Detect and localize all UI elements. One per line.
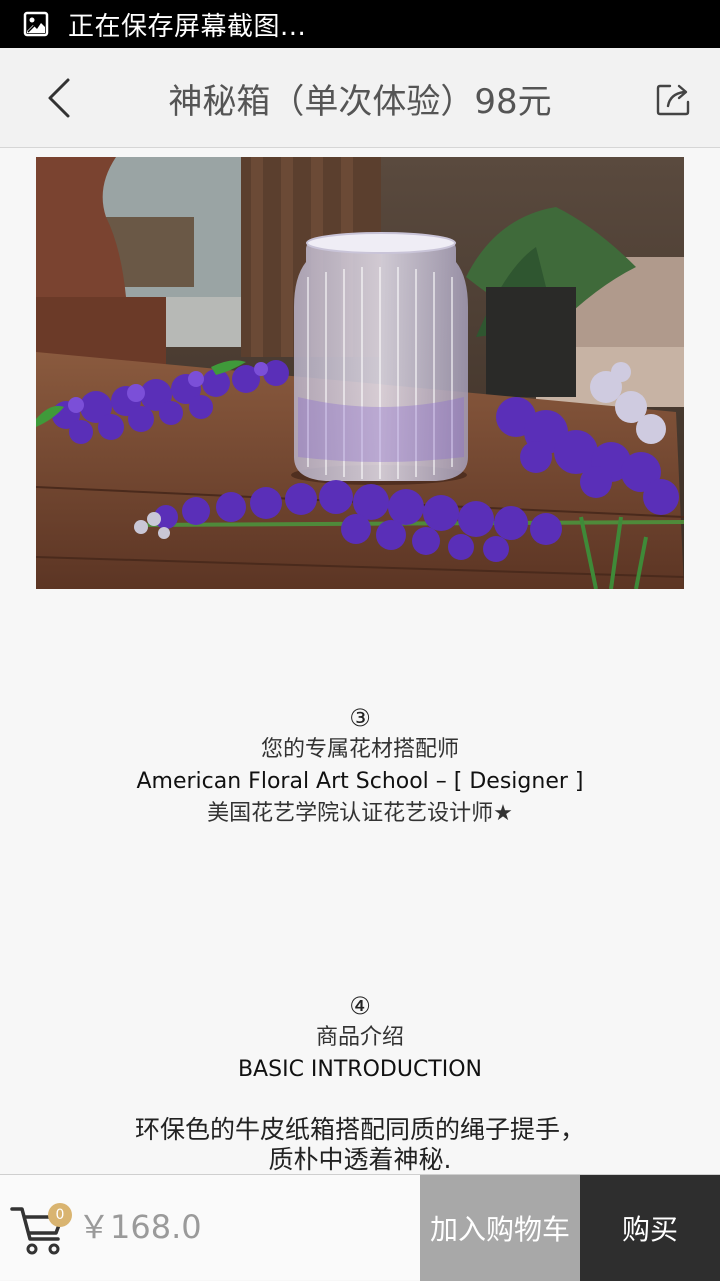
top-nav-bar: 神秘箱（单次体验）98元 [0,48,720,148]
screenshot-icon [23,11,49,37]
description-line: 环保色的牛皮纸箱搭配同质的绳子提手， [134,1115,585,1144]
section-heading: 商品介绍 [315,1025,404,1050]
price-label: ￥168.0 [78,1208,202,1246]
section-heading: 您的专属花材搭配师 [260,737,459,762]
school-name: American Floral Art School – [ Designer … [136,769,584,794]
bottom-action-bar: 0 ￥168.0 加入购物车 购买 [0,1174,720,1281]
section-number: ④ [349,992,371,1020]
description-line: 质朴中透着神秘. [268,1145,452,1174]
share-icon[interactable] [654,78,694,118]
status-text: 正在保存屏幕截图... [68,11,307,42]
cart-count-badge: 0 [48,1203,72,1227]
designer-section: ③ 您的专属花材搭配师 American Floral Art School –… [0,702,720,830]
section-number: ③ [349,704,371,732]
add-to-cart-button[interactable]: 加入购物车 [420,1175,580,1281]
introduction-section: ④ 商品介绍 BASIC INTRODUCTION [0,990,720,1086]
page-title: 神秘箱（单次体验）98元 [168,81,552,122]
back-arrow-icon[interactable] [40,76,80,120]
status-bar: 正在保存屏幕截图... [0,0,720,48]
section-subheading: BASIC INTRODUCTION [237,1057,483,1082]
buy-button[interactable]: 购买 [580,1175,720,1281]
product-description: 环保色的牛皮纸箱搭配同质的绳子提手， 质朴中透着神秘. [0,1115,720,1174]
product-detail-content[interactable]: ③ 您的专属花材搭配师 American Floral Art School –… [0,149,720,1174]
certification-text: 美国花艺学院认证花艺设计师★ [207,801,513,826]
product-image [36,157,684,589]
